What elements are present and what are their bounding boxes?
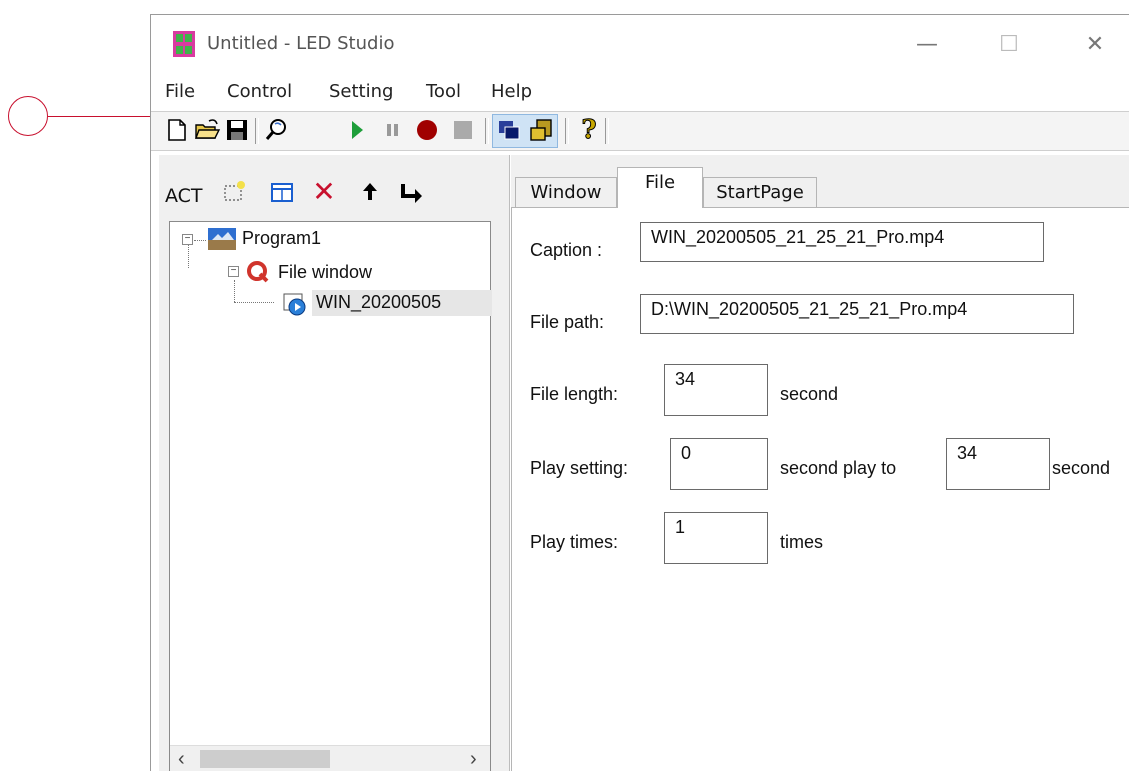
window-mode-icon[interactable] <box>495 116 523 144</box>
tab-window[interactable]: Window <box>515 177 617 207</box>
play-to-label: second play to <box>780 458 897 478</box>
open-folder-icon[interactable] <box>193 116 221 144</box>
sync-mode-icon[interactable] <box>527 116 555 144</box>
tree-connector <box>234 280 235 302</box>
file-tab-panel: Caption : WIN_20200505_21_25_21_Pro.mp4 … <box>511 207 1129 771</box>
tab-file[interactable]: File <box>617 167 703 208</box>
file-path-label: File path: <box>530 312 605 332</box>
file-window-icon <box>247 261 269 283</box>
menu-file[interactable]: File <box>165 81 195 102</box>
tree-item-video-file[interactable]: WIN_20200505 <box>316 292 441 313</box>
move-down-icon[interactable] <box>397 177 427 207</box>
file-length-label: File length: <box>530 384 619 404</box>
window-title: Untitled - LED Studio <box>207 33 395 54</box>
save-icon[interactable] <box>223 116 251 144</box>
maximize-button[interactable]: ☐ <box>983 25 1035 65</box>
tree-item-program1[interactable]: Program1 <box>242 228 321 249</box>
caption-field[interactable]: WIN_20200505_21_25_21_Pro.mp4 <box>640 222 1044 262</box>
file-length-unit: second <box>780 384 839 404</box>
file-length-field[interactable]: 34 <box>664 364 768 416</box>
preview-icon[interactable] <box>263 116 291 144</box>
program-tree-pane: ACT ✕ − Program1 − File window WIN_20200… <box>159 155 510 771</box>
toolbar-separator <box>255 118 259 144</box>
play-setting-label: Play setting: <box>530 458 629 478</box>
toolbar: ? <box>151 111 1129 151</box>
act-label: ACT <box>165 185 203 207</box>
tree-item-file-window[interactable]: File window <box>278 262 372 283</box>
tree-connector <box>234 302 274 303</box>
toolbar-separator <box>485 118 489 144</box>
play-times-field[interactable]: 1 <box>664 512 768 564</box>
scrollbar-thumb[interactable] <box>200 750 330 768</box>
collapse-toggle[interactable]: − <box>182 234 193 245</box>
scroll-left-icon[interactable]: ‹ <box>178 748 185 771</box>
menu-bar: File Control Setting Tool Help <box>151 77 1129 107</box>
play-icon[interactable] <box>343 116 371 144</box>
toolbar-separator <box>565 118 569 144</box>
program-tree: − Program1 − File window WIN_20200505 ‹ … <box>169 221 492 771</box>
tree-connector <box>194 240 206 241</box>
minimize-button[interactable]: — <box>901 25 953 65</box>
menu-help[interactable]: Help <box>491 81 532 102</box>
play-times-unit: times <box>780 532 824 552</box>
move-up-icon[interactable] <box>355 177 385 207</box>
collapse-toggle[interactable]: − <box>228 266 239 277</box>
caption-label: Caption : <box>530 240 603 260</box>
help-icon[interactable]: ? <box>575 116 603 145</box>
menu-setting[interactable]: Setting <box>329 81 393 102</box>
pause-icon[interactable] <box>379 116 407 144</box>
horizontal-scrollbar[interactable]: ‹ › <box>170 745 490 771</box>
led-studio-app-icon <box>173 31 195 57</box>
annotation-circle <box>8 96 48 136</box>
tree-connector <box>188 244 189 268</box>
add-window-icon[interactable] <box>267 177 297 207</box>
properties-pane: Window File StartPage Caption : WIN_2020… <box>511 155 1129 771</box>
tab-startpage[interactable]: StartPage <box>703 177 817 207</box>
add-program-icon[interactable] <box>219 177 249 207</box>
scroll-right-icon[interactable]: › <box>470 748 477 771</box>
file-path-field[interactable]: D:\WIN_20200505_21_25_21_Pro.mp4 <box>640 294 1074 334</box>
app-window: Untitled - LED Studio — ☐ ✕ File Control… <box>150 14 1129 771</box>
toolbar-separator <box>605 118 609 144</box>
play-to-unit: second <box>1052 458 1111 478</box>
play-times-label: Play times: <box>530 532 619 552</box>
play-from-field[interactable]: 0 <box>670 438 768 490</box>
close-button[interactable]: ✕ <box>1069 25 1121 65</box>
stop-icon[interactable] <box>449 116 477 144</box>
record-icon[interactable] <box>413 116 441 144</box>
new-file-icon[interactable] <box>163 116 191 144</box>
menu-tool[interactable]: Tool <box>426 81 461 102</box>
menu-control[interactable]: Control <box>227 81 292 102</box>
video-file-icon <box>283 293 306 316</box>
play-to-field[interactable]: 34 <box>946 438 1050 490</box>
program-icon <box>208 228 236 250</box>
delete-icon[interactable]: ✕ <box>309 177 339 207</box>
title-bar: Untitled - LED Studio — ☐ ✕ <box>151 15 1129 71</box>
